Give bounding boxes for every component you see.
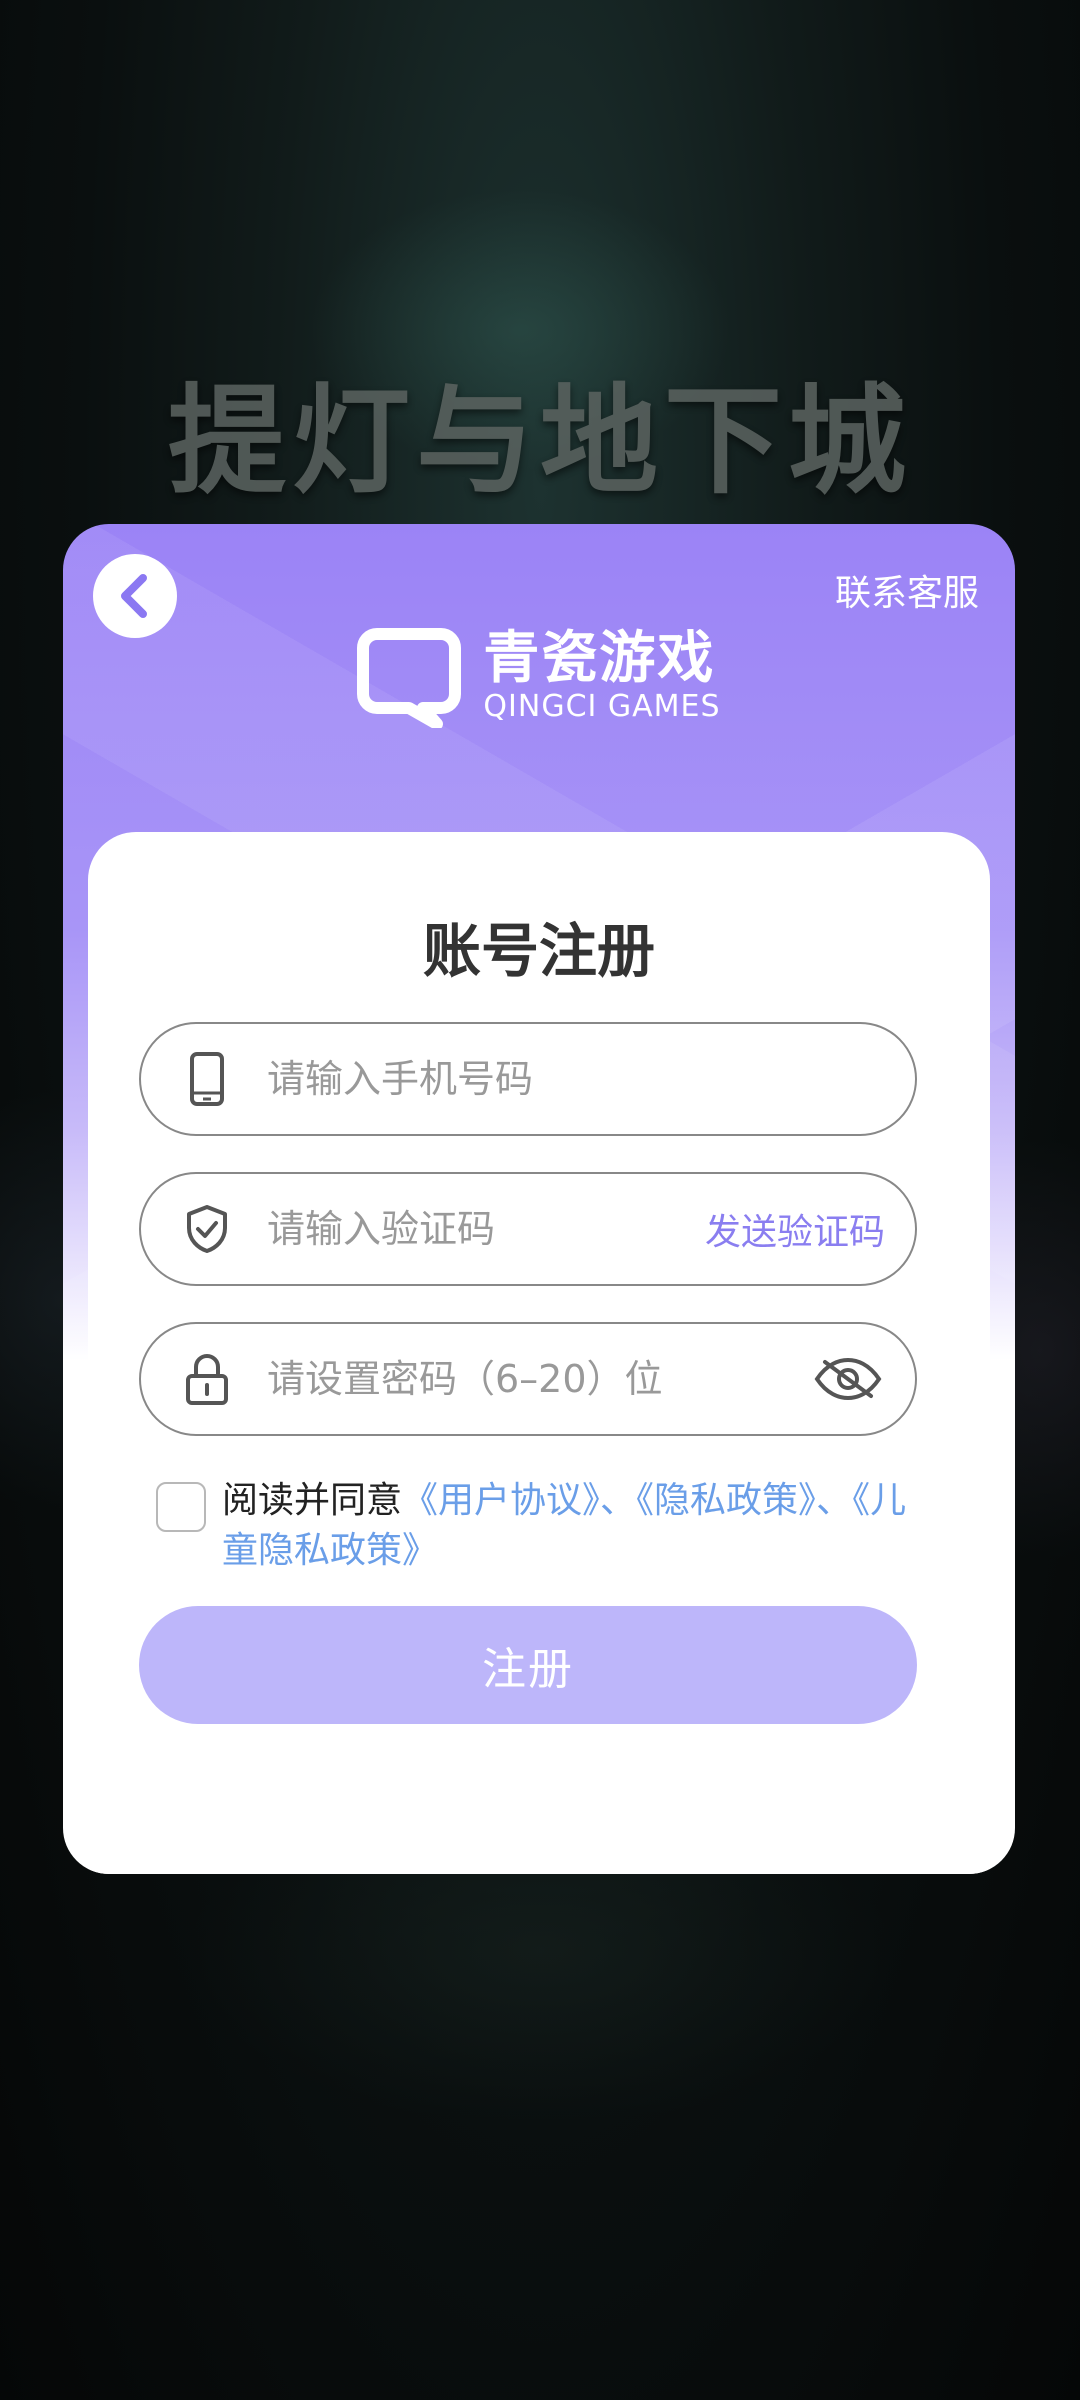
brand-name-cn: 青瓷游戏 <box>483 626 716 691</box>
send-code-button[interactable]: 发送验证码 <box>705 1203 885 1255</box>
brand-name-en: QINGCI GAMES <box>483 689 721 724</box>
password-input[interactable] <box>265 1356 689 1402</box>
form-panel: 账号注册 发送验证码 <box>88 832 990 1874</box>
agreement-separator: 、 <box>600 1480 637 1521</box>
password-field <box>139 1322 917 1436</box>
agreement-checkbox[interactable] <box>156 1482 206 1532</box>
contact-support-link[interactable]: 联系客服 <box>835 564 979 616</box>
phone-icon <box>185 1051 229 1107</box>
eye-hidden-icon[interactable] <box>813 1356 883 1402</box>
privacy-policy-link[interactable]: 《隐私政策》 <box>636 1480 816 1521</box>
register-card: 联系客服 青瓷游戏 QINGCI GAMES 账号注册 请输入手机号码 请输入验… <box>63 524 1015 1874</box>
agreement: 阅读并同意《用户协议》、《隐私政策》、《儿童隐私政策》 <box>156 1476 936 1576</box>
agreement-separator: 、 <box>816 1480 853 1521</box>
form-title: 账号注册 <box>422 917 655 985</box>
phone-input[interactable] <box>265 1056 689 1102</box>
user-agreement-link[interactable]: 《用户协议》 <box>402 1480 600 1521</box>
code-field: 发送验证码 <box>139 1172 917 1286</box>
agreement-text: 阅读并同意《用户协议》、《隐私政策》、《儿童隐私政策》 <box>222 1476 936 1576</box>
shield-check-icon <box>185 1201 229 1257</box>
qingci-logo-icon <box>357 628 462 728</box>
game-title: 提灯与地下城 <box>167 371 912 510</box>
brand: 青瓷游戏 QINGCI GAMES <box>63 624 1015 728</box>
agreement-prefix: 阅读并同意 <box>222 1480 403 1521</box>
phone-field <box>139 1022 917 1136</box>
lock-icon <box>185 1351 229 1407</box>
code-input[interactable] <box>265 1206 689 1252</box>
register-button[interactable]: 注册 <box>139 1606 917 1724</box>
back-arrow-icon <box>121 574 147 618</box>
